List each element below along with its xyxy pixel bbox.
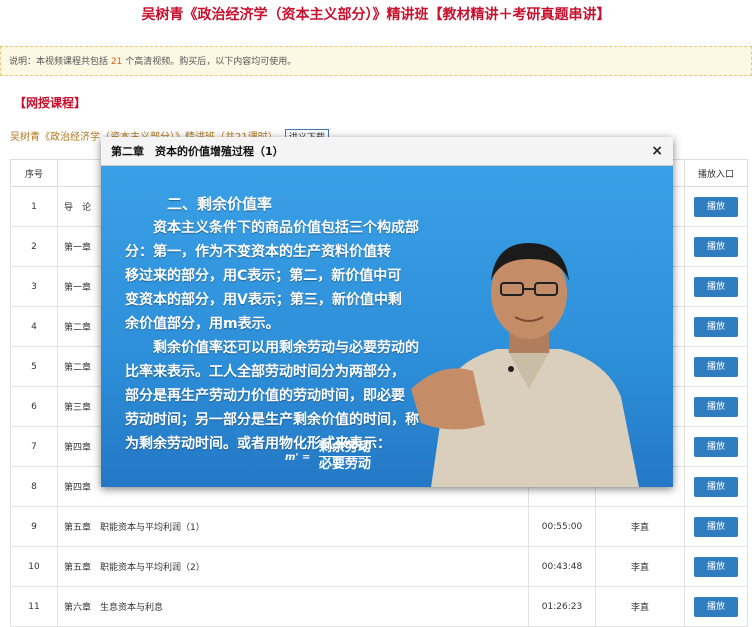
- play-button[interactable]: 播放: [694, 556, 738, 577]
- row-number: 4: [10, 306, 58, 347]
- lesson-teacher: 李直: [595, 506, 685, 547]
- header-play: 播放入口: [684, 159, 748, 187]
- row-number: 3: [10, 266, 58, 307]
- table-row: 9 第五章 职能资本与平均利润（1） 00:55:00 李直 播放: [10, 506, 748, 547]
- notice-suffix: 个高清视频。购买后，以下内容均可使用。: [125, 57, 297, 67]
- lesson-teacher: 李直: [595, 586, 685, 627]
- close-icon[interactable]: ×: [651, 137, 663, 166]
- row-number: 9: [10, 506, 58, 547]
- play-cell: 播放: [684, 386, 748, 427]
- lesson-title: 第五章 职能资本与平均利润（1）: [57, 506, 529, 547]
- play-button[interactable]: 播放: [694, 596, 738, 617]
- row-number: 8: [10, 466, 58, 507]
- play-button[interactable]: 播放: [694, 356, 738, 377]
- play-cell: 播放: [684, 186, 748, 227]
- notice-prefix: 说明：本视频课程共包括: [9, 57, 109, 67]
- slide-formula: m' = 剩余劳动 必要劳动: [285, 440, 371, 473]
- lesson-teacher: 李直: [595, 546, 685, 587]
- play-button[interactable]: 播放: [694, 436, 738, 457]
- formula-numerator: 剩余劳动: [318, 440, 371, 457]
- header-no: 序号: [10, 159, 58, 187]
- notice-count: 21: [110, 57, 123, 67]
- modal-header: 第二章 资本的价值增殖过程（1） ×: [101, 137, 673, 166]
- row-number: 5: [10, 346, 58, 387]
- lesson-title: 第五章 职能资本与平均利润（2）: [57, 546, 529, 587]
- play-button[interactable]: 播放: [694, 196, 738, 217]
- play-button[interactable]: 播放: [694, 316, 738, 337]
- play-cell: 播放: [684, 226, 748, 267]
- play-cell: 播放: [684, 506, 748, 547]
- video-frame[interactable]: 二、剩余价值率 资本主义条件下的商品价值包括三个构成部 分：第一，作为不变资本的生产…: [101, 166, 673, 487]
- lesson-title: 第六章 生息资本与利息: [57, 586, 529, 627]
- section-title: 【网授课程】: [14, 96, 87, 110]
- lesson-duration: 01:26:23: [528, 586, 596, 627]
- row-number: 7: [10, 426, 58, 467]
- play-cell: 播放: [684, 546, 748, 587]
- modal-title: 第二章 资本的价值增殖过程（1）: [111, 145, 284, 158]
- play-cell: 播放: [684, 266, 748, 307]
- formula-denominator: 必要劳动: [318, 457, 371, 472]
- notice-bar: 说明：本视频课程共包括 21 个高清视频。购买后，以下内容均可使用。: [0, 46, 752, 76]
- play-cell: 播放: [684, 346, 748, 387]
- row-number: 11: [10, 586, 58, 627]
- play-button[interactable]: 播放: [694, 236, 738, 257]
- formula-m: m' =: [285, 452, 311, 463]
- play-button[interactable]: 播放: [694, 516, 738, 537]
- video-player-modal: 第二章 资本的价值增殖过程（1） × 二、剩余价值率 资本主义条件下的商品价值包括…: [101, 137, 673, 487]
- play-button[interactable]: 播放: [694, 276, 738, 297]
- row-number: 1: [10, 186, 58, 227]
- row-number: 6: [10, 386, 58, 427]
- table-row: 10 第五章 职能资本与平均利润（2） 00:43:48 李直 播放: [10, 546, 748, 587]
- row-number: 10: [10, 546, 58, 587]
- lesson-duration: 00:43:48: [528, 546, 596, 587]
- play-cell: 播放: [684, 426, 748, 467]
- play-cell: 播放: [684, 306, 748, 347]
- row-number: 2: [10, 226, 58, 267]
- play-cell: 播放: [684, 586, 748, 627]
- play-cell: 播放: [684, 466, 748, 507]
- play-button[interactable]: 播放: [694, 476, 738, 497]
- play-button[interactable]: 播放: [694, 396, 738, 417]
- lecturer-figure: [411, 243, 639, 487]
- lesson-duration: 00:55:00: [528, 506, 596, 547]
- page-title: 吴树青《政治经济学（资本主义部分）》精讲班【教材精讲＋考研真题串讲】: [141, 7, 611, 23]
- slide-heading: 二、剩余价值率: [167, 195, 273, 213]
- table-row: 11 第六章 生息资本与利息 01:26:23 李直 播放: [10, 586, 748, 627]
